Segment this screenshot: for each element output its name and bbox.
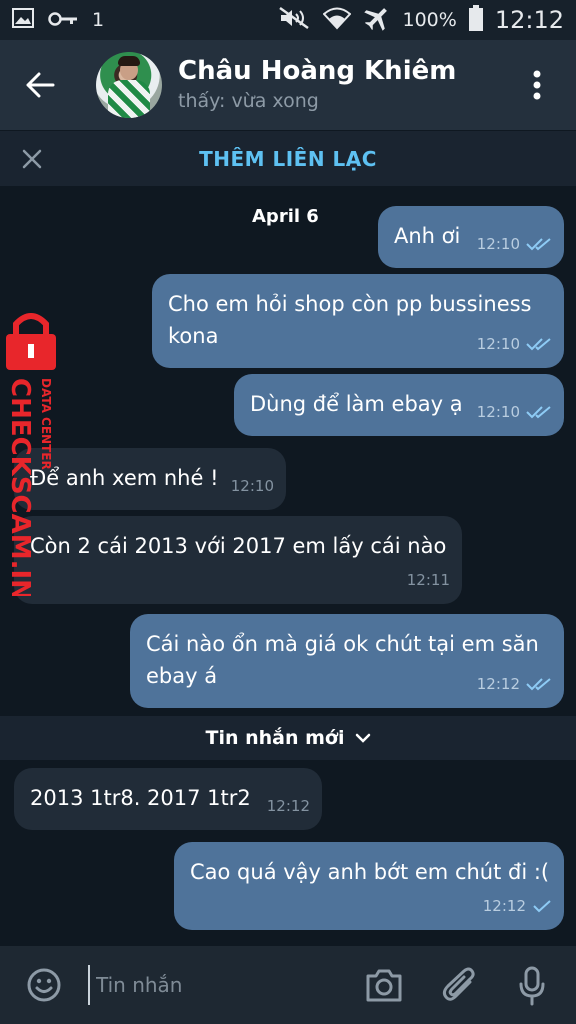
message-text: Anh ơi: [394, 224, 461, 248]
message-text-line: Cái nào ổn mà giá ok chút tại em săn: [146, 632, 539, 656]
camera-icon: [366, 969, 402, 1002]
message-time: 12:10: [476, 403, 520, 421]
battery-icon: [468, 5, 483, 35]
message-outgoing[interactable]: Cái nào ổn mà giá ok chút tại em săn eba…: [130, 614, 564, 708]
mute-icon: [277, 6, 311, 34]
gallery-notification-icon: [12, 8, 34, 32]
more-menu-button[interactable]: [520, 68, 554, 102]
chevron-down-icon: [355, 733, 370, 743]
attach-button[interactable]: [438, 964, 482, 1008]
notification-count: 1: [92, 9, 105, 31]
microphone-icon: [519, 966, 545, 1006]
more-vertical-icon: [533, 70, 541, 100]
chat-area[interactable]: April 6 Anh ơi 12:10 Cho em hỏi shop còn…: [0, 186, 576, 946]
message-time: 12:11: [406, 571, 450, 589]
battery-percent: 100%: [402, 9, 457, 31]
message-outgoing[interactable]: Dùng để làm ebay ạ 12:10: [234, 374, 564, 436]
double-check-icon: [526, 238, 551, 251]
date-divider: April 6: [252, 206, 319, 227]
message-incoming[interactable]: 2013 1tr8. 2017 1tr2 12:12: [14, 768, 322, 830]
double-check-icon: [526, 678, 551, 691]
chat-header: Châu Hoàng Khiêm thấy: vừa xong: [0, 40, 576, 130]
emoji-icon: [27, 968, 61, 1002]
contact-name: Châu Hoàng Khiêm: [178, 56, 457, 86]
new-messages-label: Tin nhắn mới: [205, 727, 345, 749]
close-icon: [22, 149, 42, 169]
message-incoming[interactable]: Còn 2 cái 2013 với 2017 em lấy cái nào 1…: [14, 516, 462, 604]
message-text-line: ebay á: [146, 664, 218, 688]
clock: 12:12: [494, 6, 564, 34]
avatar[interactable]: [96, 52, 162, 118]
double-check-icon: [526, 406, 551, 419]
double-check-icon: [526, 338, 551, 351]
key-notification-icon: [48, 11, 78, 30]
checkscam-watermark: CHECKSCAM.INFO DATA CENTER: [2, 306, 66, 641]
message-text-line: kona: [168, 324, 219, 348]
message-text: Cao quá vậy anh bớt em chút đi :(: [190, 860, 550, 884]
watermark-sub: DATA CENTER: [39, 378, 53, 470]
message-outgoing[interactable]: Anh ơi 12:10: [378, 206, 564, 268]
watermark-brand: CHECKSCAM.INFO: [5, 378, 35, 596]
message-text: 2013 1tr8. 2017 1tr2: [30, 786, 251, 810]
add-contact-button[interactable]: THÊM LIÊN LẠC: [199, 147, 377, 171]
contact-status: thấy: vừa xong: [178, 90, 319, 112]
message-outgoing[interactable]: Cho em hỏi shop còn pp bussiness kona 12…: [152, 274, 564, 368]
message-time: 12:10: [476, 335, 520, 353]
message-time: 12:12: [482, 897, 526, 915]
emoji-button[interactable]: [0, 946, 88, 1024]
message-time: 12:10: [230, 477, 274, 495]
message-input[interactable]: [88, 965, 348, 1005]
microphone-button[interactable]: [510, 964, 554, 1008]
back-button[interactable]: [0, 40, 80, 130]
message-outgoing[interactable]: Cao quá vậy anh bớt em chút đi :( 12:12: [174, 842, 564, 930]
single-check-icon: [533, 900, 551, 913]
message-text: Dùng để làm ebay ạ: [250, 392, 463, 416]
paperclip-icon: [442, 967, 475, 1001]
contact-info[interactable]: Châu Hoàng Khiêm thấy: vừa xong: [178, 55, 456, 115]
airplane-mode-icon: [363, 5, 391, 35]
message-input-bar: [0, 946, 576, 1024]
message-time: 12:10: [476, 235, 520, 253]
message-time: 12:12: [476, 675, 520, 693]
arrow-left-icon: [26, 72, 55, 98]
close-add-contact-button[interactable]: [20, 147, 44, 171]
message-time: 12:12: [266, 797, 310, 815]
wifi-icon: [322, 6, 351, 34]
new-messages-divider: Tin nhắn mới: [0, 716, 576, 760]
message-text-line: Cho em hỏi shop còn pp bussiness: [168, 292, 532, 316]
add-contact-bar: THÊM LIÊN LẠC: [0, 130, 576, 186]
camera-button[interactable]: [362, 964, 406, 1008]
message-text: Còn 2 cái 2013 với 2017 em lấy cái nào: [30, 534, 447, 558]
status-bar: 1 100% 12:12: [0, 0, 576, 40]
